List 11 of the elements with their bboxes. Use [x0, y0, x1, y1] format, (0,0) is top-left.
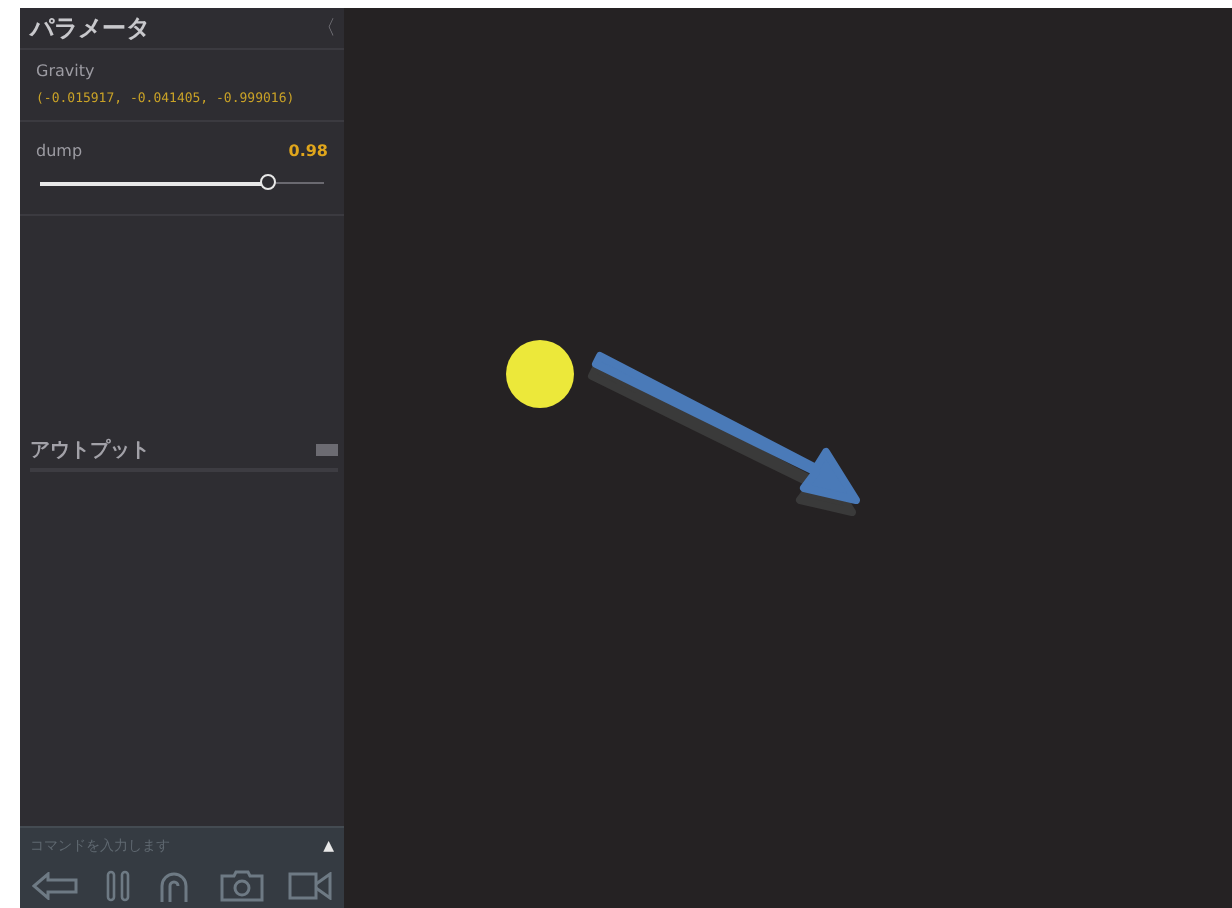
video-camera-icon[interactable]: [288, 872, 332, 900]
ball-icon: [506, 340, 574, 408]
slider-thumb[interactable]: [259, 174, 276, 190]
back-arrow-icon[interactable]: [32, 872, 80, 900]
panel-title: パラメータ: [30, 11, 150, 45]
output-title: アウトプット: [30, 436, 150, 464]
pause-icon[interactable]: [105, 870, 129, 902]
camera-icon[interactable]: [219, 870, 263, 902]
parameter-value: 0.98: [288, 142, 328, 160]
parameter-label: dump: [36, 142, 83, 160]
parameter-label: Gravity: [36, 62, 97, 80]
